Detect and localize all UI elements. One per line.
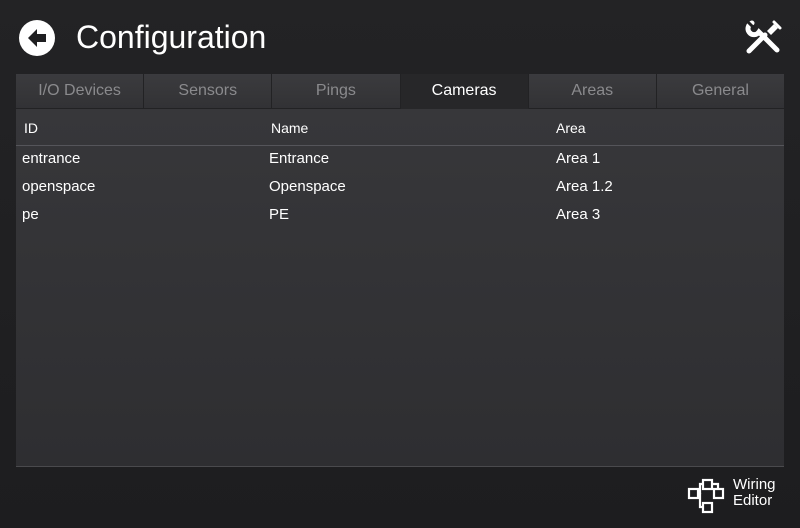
tab-bar: I/O Devices Sensors Pings Cameras Areas … <box>16 74 785 110</box>
cell-name: Openspace <box>269 178 346 195</box>
column-header-area[interactable]: Area <box>556 120 586 136</box>
table-row[interactable]: pe PE Area 3 <box>16 202 784 230</box>
wiring-label-line2: Editor <box>733 492 773 509</box>
tab-sensors[interactable]: Sensors <box>144 74 273 109</box>
tab-areas[interactable]: Areas <box>528 74 657 109</box>
tab-general[interactable]: General <box>656 74 785 109</box>
cell-name: PE <box>269 206 290 223</box>
cameras-panel: I/O Devices Sensors Pings Cameras Areas … <box>16 74 785 467</box>
wiring-editor-label: Wiring Editor <box>733 477 793 509</box>
cell-id: openspace <box>22 178 96 195</box>
cell-id: pe <box>22 206 39 223</box>
table-row[interactable]: entrance Entrance Area 1 <box>16 146 784 174</box>
back-arrow-icon <box>28 29 46 47</box>
table-body: entrance Entrance Area 1 openspace Opens… <box>16 146 784 230</box>
tab-cameras[interactable]: Cameras <box>400 74 529 109</box>
cell-area: Area 1.2 <box>556 178 613 195</box>
header: Configuration <box>0 0 800 74</box>
configuration-page: Configuration I/O Devices Sensors Pings … <box>0 0 800 528</box>
tools-button[interactable] <box>743 17 785 59</box>
page-title: Configuration <box>76 19 267 55</box>
wiring-label-line1: Wiring <box>733 476 776 493</box>
column-header-id[interactable]: ID <box>24 120 38 136</box>
cell-area: Area 1 <box>556 150 601 167</box>
cell-id: entrance <box>22 150 81 167</box>
tools-icon <box>745 20 782 54</box>
column-header-name[interactable]: Name <box>271 120 308 136</box>
wiring-editor-icon <box>687 478 725 514</box>
back-button[interactable] <box>19 20 55 56</box>
table-row[interactable]: openspace Openspace Area 1.2 <box>16 174 784 202</box>
tab-pings[interactable]: Pings <box>272 74 401 109</box>
table-header: ID Name Area <box>16 110 784 146</box>
cell-area: Area 3 <box>556 206 601 223</box>
tab-io-devices[interactable]: I/O Devices <box>16 74 145 109</box>
cell-name: Entrance <box>269 150 330 167</box>
wiring-editor-button[interactable]: Wiring Editor <box>686 476 786 516</box>
